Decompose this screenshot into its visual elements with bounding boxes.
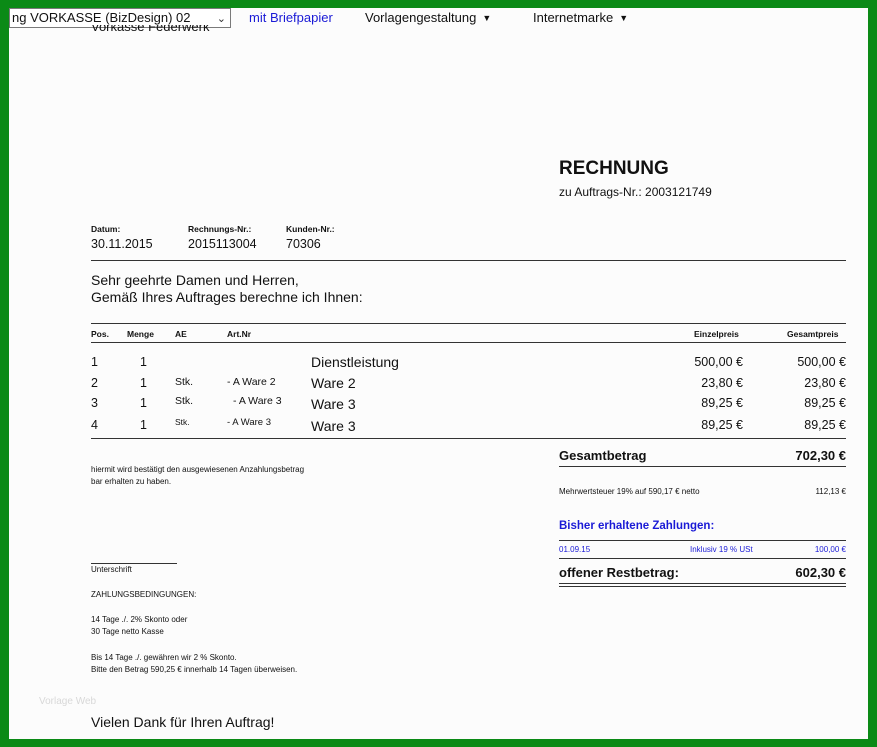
row-3-pos: 3 xyxy=(91,396,98,410)
payment-note: Inklusiv 19 % USt xyxy=(690,545,753,554)
row-2-desc: Ware 2 xyxy=(311,375,356,391)
table-header-rule xyxy=(91,342,846,343)
row-1-unit-price: 500,00 € xyxy=(694,355,743,369)
watermark: Vorlage Web xyxy=(39,696,97,707)
col-header-unit: AE xyxy=(175,329,187,339)
payment-terms-2: 30 Tage netto Kasse xyxy=(91,627,164,636)
row-1-total: 500,00 € xyxy=(797,355,846,369)
col-header-total-price: Gesamtpreis xyxy=(787,329,839,339)
greeting-line-2: Gemäß Ihres Auftrages berechne ich Ihnen… xyxy=(91,289,363,305)
row-2-pos: 2 xyxy=(91,376,98,390)
row-3-qty: 1 xyxy=(140,396,147,410)
signature-line xyxy=(91,563,177,564)
payment-terms-4: Bitte den Betrag 590,25 € innerhalb 14 T… xyxy=(91,665,298,674)
payments-top-rule xyxy=(559,540,846,541)
row-3-total: 89,25 € xyxy=(804,396,846,410)
table-bottom-rule xyxy=(91,438,846,439)
payment-value: 100,00 € xyxy=(814,545,846,554)
row-3-unit: Stk. xyxy=(175,395,194,407)
row-4-desc: Ware 3 xyxy=(311,418,356,434)
remaining-rule-2 xyxy=(559,586,846,587)
payments-received-label: Bisher erhaltene Zahlungen: xyxy=(559,520,715,532)
cut-off-header: Vorkasse Federwerk xyxy=(91,25,210,34)
row-4-total: 89,25 € xyxy=(804,418,846,432)
row-4-article: - A Ware 3 xyxy=(227,417,271,428)
vat-label: Mehrwertsteuer 19% auf 590,17 € netto xyxy=(559,487,700,496)
signature-label: Unterschrift xyxy=(91,565,132,574)
invoice-title: RECHNUNG xyxy=(559,158,669,179)
invoice-number-label: Rechnungs-Nr.: xyxy=(188,224,252,234)
row-3-article: - A Ware 3 xyxy=(233,395,282,407)
confirmation-line-1: hiermit wird bestätigt den ausgewiesenen… xyxy=(91,465,305,474)
order-number: zu Auftrags-Nr.: 2003121749 xyxy=(559,185,712,199)
chevron-down-icon: ⌄ xyxy=(216,13,226,25)
payment-terms-1: 14 Tage ./. 2% Skonto oder xyxy=(91,615,188,624)
dropdown-caret-icon: ▼ xyxy=(482,13,492,23)
total-value: 702,30 € xyxy=(795,448,846,463)
row-4-unit: Stk. xyxy=(175,417,190,427)
menu-internet-stamp-label: Internetmarke xyxy=(533,10,614,25)
col-header-article: Art.Nr xyxy=(227,329,252,339)
row-2-unit-price: 23,80 € xyxy=(701,376,743,390)
remaining-label: offener Restbetrag: xyxy=(559,565,679,580)
closing-thanks: Vielen Dank für Ihren Auftrag! xyxy=(91,714,275,730)
menu-internet-stamp[interactable]: Internetmarke ▼ xyxy=(533,10,628,25)
row-2-unit: Stk. xyxy=(175,376,194,388)
menu-template-design-label: Vorlagengestaltung xyxy=(365,10,477,25)
customer-number-label: Kunden-Nr.: xyxy=(286,224,335,234)
date-label: Datum: xyxy=(91,224,121,234)
greeting-line-1: Sehr geehrte Damen und Herren, xyxy=(91,272,299,288)
row-3-unit-price: 89,25 € xyxy=(701,396,743,410)
payment-date: 01.09.15 xyxy=(559,545,591,554)
dropdown-caret-icon: ▼ xyxy=(619,13,629,23)
confirmation-line-2: bar erhalten zu haben. xyxy=(91,477,172,486)
customer-number-value: 70306 xyxy=(286,237,321,251)
payment-terms-3: Bis 14 Tage ./. gewähren wir 2 % Skonto. xyxy=(91,653,237,662)
document-page: ng VORKASSE (BizDesign) 02 ⌄ mit Briefpa… xyxy=(9,8,868,739)
date-value: 30.11.2015 xyxy=(91,237,153,251)
row-2-article: - A Ware 2 xyxy=(227,376,276,388)
row-4-qty: 1 xyxy=(140,418,147,432)
row-1-pos: 1 xyxy=(91,355,98,369)
remaining-rule-1 xyxy=(559,583,846,584)
row-1-desc: Dienstleistung xyxy=(311,354,399,370)
col-header-unit-price: Einzelpreis xyxy=(694,329,739,339)
row-4-pos: 4 xyxy=(91,418,98,432)
total-label: Gesamtbetrag xyxy=(559,448,647,463)
total-rule xyxy=(559,466,846,467)
menu-template-design[interactable]: Vorlagengestaltung ▼ xyxy=(365,10,491,25)
payment-terms-title: ZAHLUNGSBEDINGUNGEN: xyxy=(91,590,197,599)
row-3-desc: Ware 3 xyxy=(311,396,356,412)
col-header-qty: Menge xyxy=(127,329,154,339)
invoice-number-value: 2015113004 xyxy=(188,237,257,251)
col-header-pos: Pos. xyxy=(91,329,109,339)
letterhead-link[interactable]: mit Briefpapier xyxy=(249,10,333,25)
template-select-value: ng VORKASSE (BizDesign) 02 xyxy=(12,10,191,25)
payments-bottom-rule xyxy=(559,558,846,559)
row-2-total: 23,80 € xyxy=(804,376,846,390)
remaining-value: 602,30 € xyxy=(795,565,846,580)
cut-off-header-text: Vorkasse Federwerk xyxy=(91,25,210,34)
divider xyxy=(91,260,846,261)
row-4-unit-price: 89,25 € xyxy=(701,418,743,432)
vat-value: 112,13 € xyxy=(815,487,846,496)
row-1-qty: 1 xyxy=(140,355,147,369)
row-2-qty: 1 xyxy=(140,376,147,390)
table-top-rule xyxy=(91,323,846,324)
